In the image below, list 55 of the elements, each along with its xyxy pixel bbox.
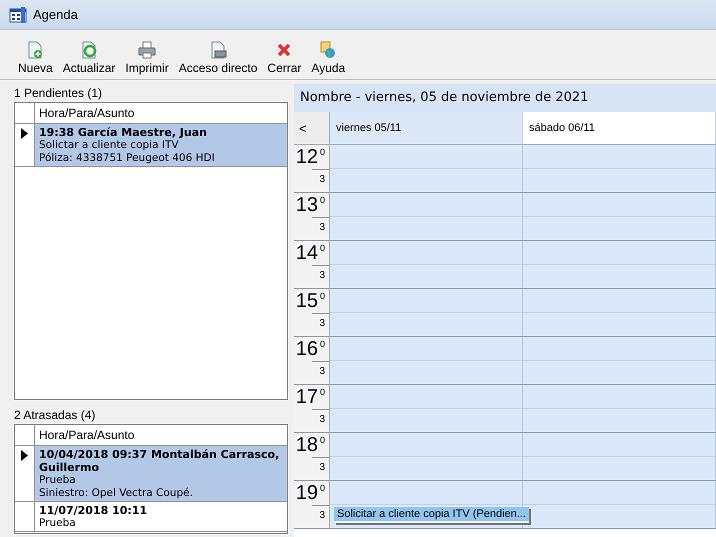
group-title: 1 Pendientes (1) — [14, 85, 104, 102]
document-drive-icon — [209, 41, 228, 59]
minute-label: 0 — [320, 290, 325, 303]
new-document-icon — [26, 41, 44, 59]
toolbar-button[interactable]: Ayuda — [307, 41, 350, 75]
appointment[interactable]: Solicitar a cliente copia ITV (Pendien... — [334, 507, 529, 523]
half-hour-label: 3 — [312, 409, 329, 432]
task-item[interactable]: 10/04/2018 09:37 Montalbán Carrasco, Guillermo Prueba Siniestro: Opel Vectra Coupé. — [35, 446, 287, 501]
minute-label: 0 — [320, 146, 325, 159]
help-globe-icon — [319, 41, 338, 59]
minute-label: 0 — [320, 242, 325, 255]
half-hour-label: 3 — [312, 361, 329, 384]
hour-label: 15 — [296, 289, 318, 313]
column-header[interactable]: Hora/Para/Asunto — [35, 425, 287, 445]
hour-label: 18 — [296, 433, 318, 457]
task-detail: Solictar a cliente copia ITV — [39, 139, 180, 152]
toolbar-button[interactable]: Acceso directo — [174, 41, 262, 75]
column-header[interactable]: Hora/Para/Asunto — [35, 103, 287, 123]
task-heading: 19:38 García Maestre, Juan — [39, 126, 208, 139]
refresh-document-icon — [80, 41, 98, 59]
task-detail: Póliza: 4338751 Peugeot 406 HDI — [39, 152, 216, 165]
hour-label: 14 — [296, 241, 318, 265]
toolbar-button[interactable]: Nueva — [14, 41, 57, 75]
printer-icon — [138, 41, 156, 59]
window-title: Agenda — [33, 7, 78, 22]
half-hour-label: 3 — [312, 265, 329, 288]
task-detail: Prueba — [39, 474, 77, 487]
previous-button[interactable]: < — [294, 112, 330, 144]
hour-label: 12 — [296, 145, 318, 169]
half-hour-label: 3 — [312, 457, 329, 480]
toolbar-button[interactable]: Actualizar — [58, 41, 120, 75]
hour-label: 19 — [296, 481, 318, 505]
task-detail: Siniestro: Opel Vectra Coupé. — [39, 487, 194, 500]
minute-label: 0 — [320, 194, 325, 207]
minute-label: 0 — [320, 338, 325, 351]
group-title: 2 Atrasadas (4) — [14, 407, 96, 424]
agenda-app-icon — [9, 6, 27, 24]
toolbar-button[interactable]: Cerrar — [263, 41, 306, 75]
hour-label: 13 — [296, 193, 318, 217]
half-hour-label: 3 — [312, 217, 329, 240]
minute-label: 0 — [320, 482, 325, 495]
half-hour-label: 3 — [312, 313, 329, 336]
half-hour-label: 3 — [312, 505, 329, 528]
task-heading: 11/07/2018 10:11 — [39, 504, 148, 517]
hour-label: 17 — [296, 385, 318, 409]
minute-label: 0 — [320, 434, 325, 447]
task-heading: 10/04/2018 09:37 Montalbán Carrasco, Guillermo — [39, 448, 280, 474]
toolbar-button[interactable]: Imprimir — [121, 41, 173, 75]
day-header[interactable]: viernes 05/11 — [330, 112, 523, 144]
task-detail: Prueba — [39, 517, 77, 530]
hour-label: 16 — [296, 337, 318, 361]
minute-label: 0 — [320, 386, 325, 399]
calendar-title: Nombre - viernes, 05 de noviembre de 2021 — [294, 84, 716, 112]
task-item[interactable]: 19:38 García Maestre, Juan Solictar a cliente copia ITV Póliza: 4338751 Peugeot 406 HDI — [35, 124, 287, 166]
half-hour-label: 3 — [312, 169, 329, 192]
